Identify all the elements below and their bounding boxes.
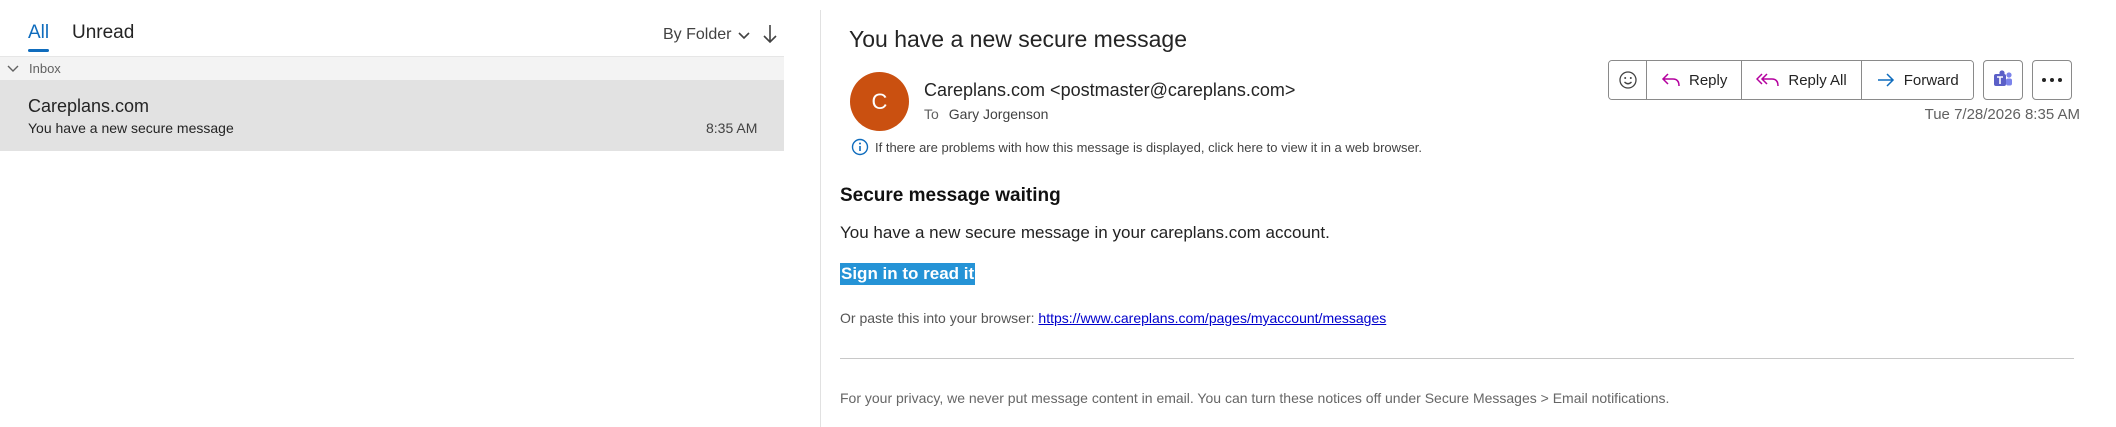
message-subject: You have a new secure message	[28, 120, 234, 136]
page-title: You have a new secure message	[849, 26, 1187, 52]
reply-all-label: Reply All	[1788, 71, 1847, 89]
reply-label: Reply	[1689, 71, 1728, 89]
action-button-group: Reply Reply All Forward	[1608, 60, 1974, 100]
reply-all-icon	[1756, 73, 1780, 87]
message-time: 8:35 AM	[706, 120, 758, 136]
tab-unread[interactable]: Unread	[72, 22, 134, 44]
tab-all[interactable]: All	[28, 22, 50, 52]
sort-by-folder-button[interactable]: By Folder	[663, 26, 751, 44]
body-text: You have a new secure message in your ca…	[840, 223, 1330, 242]
teams-share-button[interactable]	[1982, 60, 2023, 100]
to-label: To	[924, 106, 939, 122]
forward-button[interactable]: Forward	[1861, 61, 1973, 99]
chevron-down-icon	[7, 65, 19, 72]
divider	[840, 358, 2074, 359]
avatar-letter: C	[871, 88, 888, 114]
emoji-icon	[1618, 71, 1637, 89]
folder-group-header[interactable]: Inbox	[0, 56, 784, 80]
view-in-browser-text: If there are problems with how this mess…	[875, 139, 1422, 155]
messages-url-link[interactable]: https://www.careplans.com/pages/myaccoun…	[1038, 310, 1386, 326]
message-list-pane: All Unread By Folder Inbox Careplans.com…	[0, 0, 784, 427]
reply-icon	[1661, 73, 1680, 87]
view-in-browser-notice[interactable]: If there are problems with how this mess…	[851, 138, 1422, 156]
sender-address[interactable]: Careplans.com <postmaster@careplans.com>	[924, 80, 1295, 101]
forward-icon	[1877, 73, 1894, 87]
more-actions-button[interactable]	[2031, 60, 2072, 100]
reply-all-button[interactable]: Reply All	[1742, 61, 1862, 99]
sort-arrow-down-icon[interactable]	[760, 22, 780, 46]
filter-bar: All Unread By Folder	[0, 0, 784, 56]
reading-pane: You have a new secure message C Careplan…	[821, 0, 2116, 427]
message-toolbar: Reply Reply All Forward	[1608, 60, 2072, 100]
more-icon	[2041, 78, 2062, 82]
sort-by-folder-label: By Folder	[663, 26, 732, 43]
react-button[interactable]	[1609, 61, 1647, 99]
privacy-footer: For your privacy, we never put message c…	[840, 390, 1670, 406]
avatar[interactable]: C	[850, 72, 909, 131]
teams-icon	[1993, 70, 2012, 86]
info-icon	[851, 138, 869, 156]
paste-instructions: Or paste this into your browser: https:/…	[840, 310, 1386, 326]
body-heading: Secure message waiting	[840, 185, 1061, 206]
message-date: Tue 7/28/2026 8:35 AM	[1924, 106, 2080, 123]
sign-in-link[interactable]: Sign in to read it	[840, 263, 976, 285]
forward-label: Forward	[1903, 71, 1959, 89]
recipient-line: To Gary Jorgenson	[924, 106, 1048, 122]
recipient-name[interactable]: Gary Jorgenson	[949, 106, 1049, 122]
reply-button[interactable]: Reply	[1647, 61, 1743, 99]
paste-prefix: Or paste this into your browser:	[840, 310, 1035, 326]
folder-group-label: Inbox	[29, 61, 61, 76]
message-sender: Careplans.com	[28, 96, 150, 116]
chevron-down-icon	[738, 32, 751, 40]
list-item[interactable]: Careplans.com You have a new secure mess…	[0, 80, 784, 151]
